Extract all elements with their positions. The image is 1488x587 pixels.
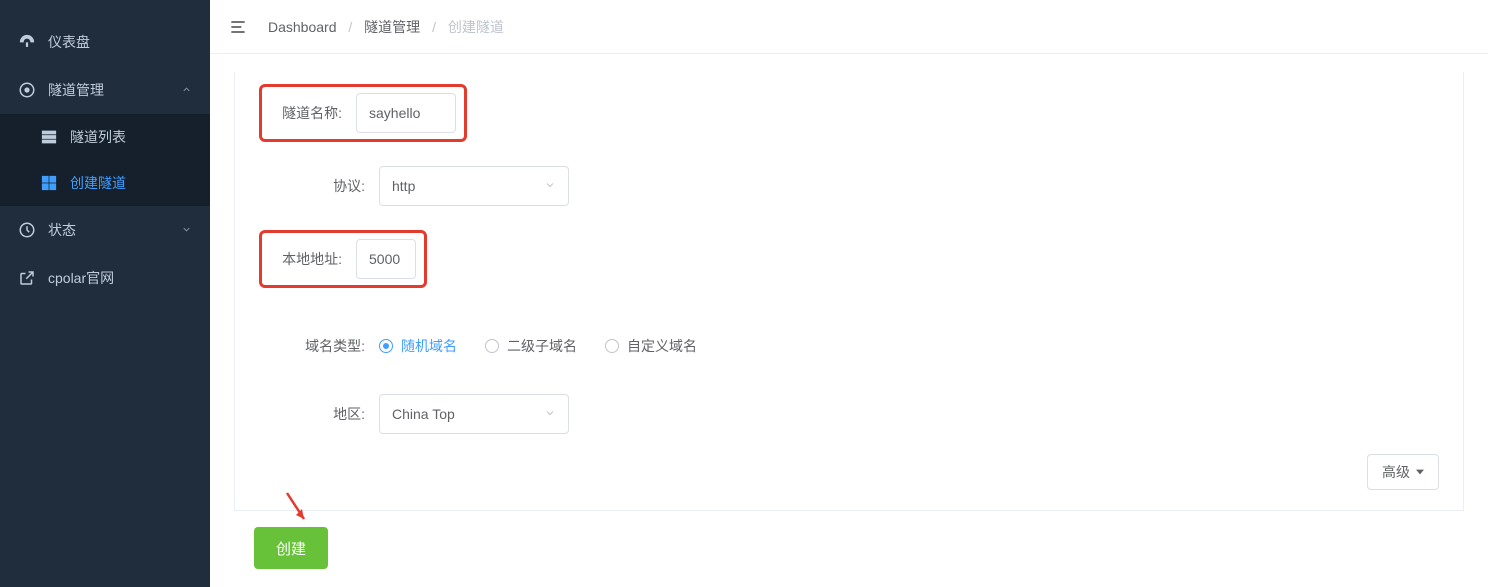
menu-toggle-icon[interactable]	[228, 17, 248, 37]
input-local-address[interactable]: 5000	[356, 239, 416, 279]
sidebar-label: 隧道列表	[70, 127, 126, 147]
external-link-icon	[18, 269, 36, 287]
sidebar-label: 创建隧道	[70, 173, 126, 193]
status-icon	[18, 221, 36, 239]
radio-dot-icon	[605, 339, 619, 353]
chevron-up-icon	[181, 82, 192, 98]
radio-group-domain-type: 随机域名 二级子域名 自定义域名	[379, 336, 697, 356]
breadcrumb: Dashboard / 隧道管理 / 创建隧道	[268, 17, 504, 37]
sidebar-item-tunnel-list[interactable]: 隧道列表	[0, 114, 210, 160]
sidebar-item-status[interactable]: 状态	[0, 206, 210, 254]
radio-label: 随机域名	[401, 336, 457, 356]
create-button[interactable]: 创建	[254, 527, 328, 569]
radio-label: 二级子域名	[507, 336, 577, 356]
input-tunnel-name[interactable]: sayhello	[356, 93, 456, 133]
list-icon	[40, 128, 58, 146]
highlight-annotation: 隧道名称: sayhello	[259, 84, 467, 142]
radio-custom-domain[interactable]: 自定义域名	[605, 336, 697, 356]
breadcrumb-item[interactable]: Dashboard	[268, 19, 337, 35]
chevron-down-icon	[544, 406, 556, 422]
label-local-address: 本地地址:	[270, 249, 356, 269]
content: 隧道名称: sayhello 协议: http 本地地址: 5000	[210, 54, 1488, 587]
select-region[interactable]: China Top	[379, 394, 569, 434]
radio-label: 自定义域名	[627, 336, 697, 356]
sidebar-item-tunnel-mgmt[interactable]: 隧道管理	[0, 66, 210, 114]
row-protocol: 协议: http	[235, 154, 1463, 218]
chevron-down-icon	[181, 222, 192, 238]
select-value: China Top	[392, 406, 455, 422]
label-region: 地区:	[259, 404, 379, 424]
breadcrumb-item-current: 创建隧道	[448, 19, 504, 35]
tunnel-icon	[18, 81, 36, 99]
row-tunnel-name: 隧道名称: sayhello	[235, 72, 1463, 154]
label-tunnel-name: 隧道名称:	[270, 103, 356, 123]
radio-random-domain[interactable]: 随机域名	[379, 336, 457, 356]
label-protocol: 协议:	[259, 176, 379, 196]
caret-down-icon	[1416, 468, 1424, 476]
breadcrumb-sep: /	[348, 19, 352, 35]
advanced-label: 高级	[1382, 462, 1410, 482]
select-value: http	[392, 178, 415, 194]
sidebar-label: 仪表盘	[48, 32, 90, 52]
main: Dashboard / 隧道管理 / 创建隧道 隧道名称: sayhello 协…	[210, 0, 1488, 587]
breadcrumb-sep: /	[432, 19, 436, 35]
topbar: Dashboard / 隧道管理 / 创建隧道	[210, 0, 1488, 54]
highlight-annotation: 本地地址: 5000	[259, 230, 427, 288]
form-card: 隧道名称: sayhello 协议: http 本地地址: 5000	[234, 72, 1464, 511]
create-area: 创建	[254, 527, 1464, 569]
row-region: 地区: China Top	[235, 382, 1463, 446]
label-domain-type: 域名类型:	[259, 336, 379, 356]
row-local-address: 本地地址: 5000	[235, 218, 1463, 300]
sidebar-label: 隧道管理	[48, 80, 104, 100]
arrow-annotation-icon	[282, 491, 312, 530]
select-protocol[interactable]: http	[379, 166, 569, 206]
radio-dot-icon	[379, 339, 393, 353]
sidebar-item-dashboard[interactable]: 仪表盘	[0, 18, 210, 66]
sidebar: 仪表盘 隧道管理 隧道列表 创建隧道 状态 cpol	[0, 0, 210, 587]
chevron-down-icon	[544, 178, 556, 194]
breadcrumb-item[interactable]: 隧道管理	[364, 19, 420, 35]
sidebar-label: 状态	[48, 220, 76, 240]
dashboard-icon	[18, 33, 36, 51]
grid-icon	[40, 174, 58, 192]
radio-subdomain[interactable]: 二级子域名	[485, 336, 577, 356]
sidebar-item-cpolar-site[interactable]: cpolar官网	[0, 254, 210, 302]
advanced-button[interactable]: 高级	[1367, 454, 1439, 490]
sidebar-item-create-tunnel[interactable]: 创建隧道	[0, 160, 210, 206]
radio-dot-icon	[485, 339, 499, 353]
row-advanced: 高级	[235, 446, 1463, 490]
sidebar-label: cpolar官网	[48, 268, 114, 288]
row-domain-type: 域名类型: 随机域名 二级子域名 自定义域名	[235, 324, 1463, 368]
